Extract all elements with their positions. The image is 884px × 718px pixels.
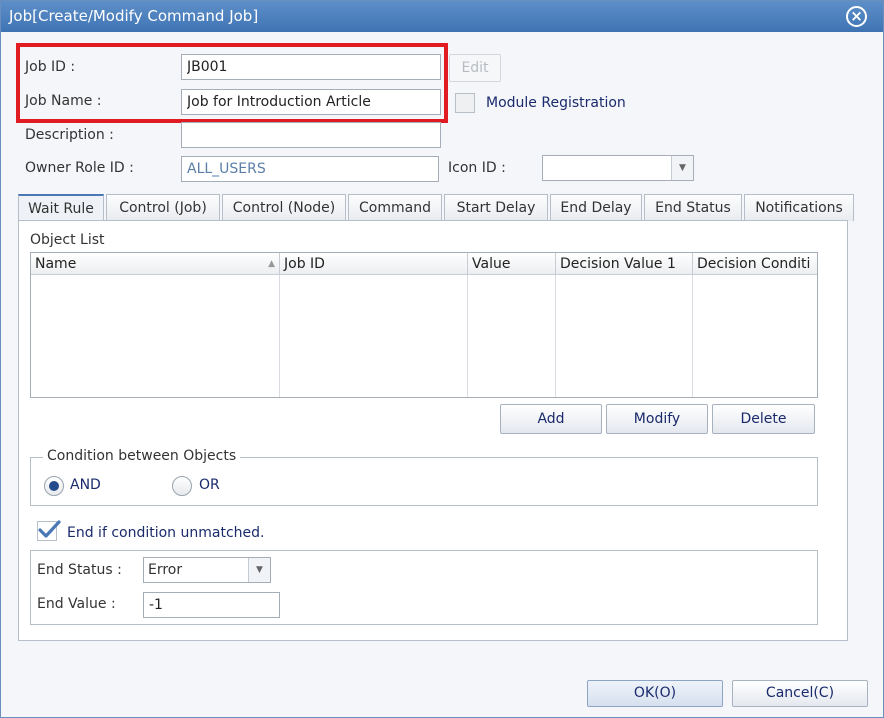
condition-fieldset xyxy=(30,457,818,506)
table-header: Name ▲ Job ID Value Decision Value 1 Dec… xyxy=(31,253,817,275)
tab-end-delay[interactable]: End Delay xyxy=(550,194,642,221)
window-title: Job[Create/Modify Command Job] xyxy=(9,7,259,25)
column-header-decision-value-1[interactable]: Decision Value 1 xyxy=(556,253,693,275)
icon-id-label: Icon ID : xyxy=(448,160,506,176)
title-bar: Job[Create/Modify Command Job] xyxy=(1,1,883,32)
column-body xyxy=(31,275,280,397)
owner-role-input[interactable] xyxy=(181,156,439,182)
owner-role-label: Owner Role ID : xyxy=(25,160,134,176)
and-radio[interactable] xyxy=(44,476,64,496)
add-button[interactable]: Add xyxy=(500,404,602,434)
tab-command[interactable]: Command xyxy=(348,194,442,221)
end-if-unmatched-label: End if condition unmatched. xyxy=(67,525,265,541)
column-header-decision-condition[interactable]: Decision Conditi xyxy=(693,253,817,275)
end-if-unmatched-checkbox[interactable] xyxy=(37,520,61,541)
cancel-button[interactable]: Cancel(C) xyxy=(732,680,868,707)
column-header-value[interactable]: Value xyxy=(468,253,556,275)
highlight-box xyxy=(16,43,448,123)
column-body xyxy=(280,275,468,397)
end-value-input[interactable] xyxy=(143,592,280,618)
chevron-down-icon: ▼ xyxy=(671,156,693,180)
and-label: AND xyxy=(70,477,101,493)
end-status-select[interactable]: Error ▼ xyxy=(143,557,271,583)
or-label: OR xyxy=(199,477,220,493)
tab-wait-rule[interactable]: Wait Rule xyxy=(18,194,104,221)
module-registration-label: Module Registration xyxy=(486,95,626,111)
end-status-value: Error xyxy=(148,562,183,578)
column-header-name[interactable]: Name ▲ xyxy=(31,253,280,275)
description-label: Description : xyxy=(25,127,114,143)
column-body xyxy=(556,275,693,397)
module-registration-checkbox[interactable] xyxy=(455,93,475,113)
column-body xyxy=(468,275,556,397)
delete-button[interactable]: Delete xyxy=(712,404,815,434)
column-header-job-id[interactable]: Job ID xyxy=(280,253,468,275)
description-input[interactable] xyxy=(181,122,441,148)
job-dialog: Job[Create/Modify Command Job] × Job ID … xyxy=(0,0,884,718)
end-status-label: End Status : xyxy=(37,562,122,578)
checkmark-icon xyxy=(38,520,61,538)
sort-asc-icon: ▲ xyxy=(268,259,275,269)
icon-id-select[interactable]: ▼ xyxy=(542,155,694,181)
modify-button[interactable]: Modify xyxy=(606,404,708,434)
or-radio[interactable] xyxy=(172,476,192,496)
chevron-down-icon: ▼ xyxy=(248,558,270,582)
close-icon[interactable]: × xyxy=(846,6,867,27)
ok-button[interactable]: OK(O) xyxy=(587,680,723,707)
tab-control-node[interactable]: Control (Node) xyxy=(222,194,346,221)
object-list-label: Object List xyxy=(30,232,105,248)
tab-start-delay[interactable]: Start Delay xyxy=(444,194,548,221)
edit-button[interactable]: Edit xyxy=(449,54,501,82)
object-list-table[interactable]: Name ▲ Job ID Value Decision Value 1 Dec… xyxy=(30,252,818,398)
tab-control-job[interactable]: Control (Job) xyxy=(106,194,220,221)
tab-notifications[interactable]: Notifications xyxy=(744,194,854,221)
tab-end-status[interactable]: End Status xyxy=(644,194,742,221)
condition-legend: Condition between Objects xyxy=(43,448,241,464)
end-value-label: End Value : xyxy=(37,596,116,612)
